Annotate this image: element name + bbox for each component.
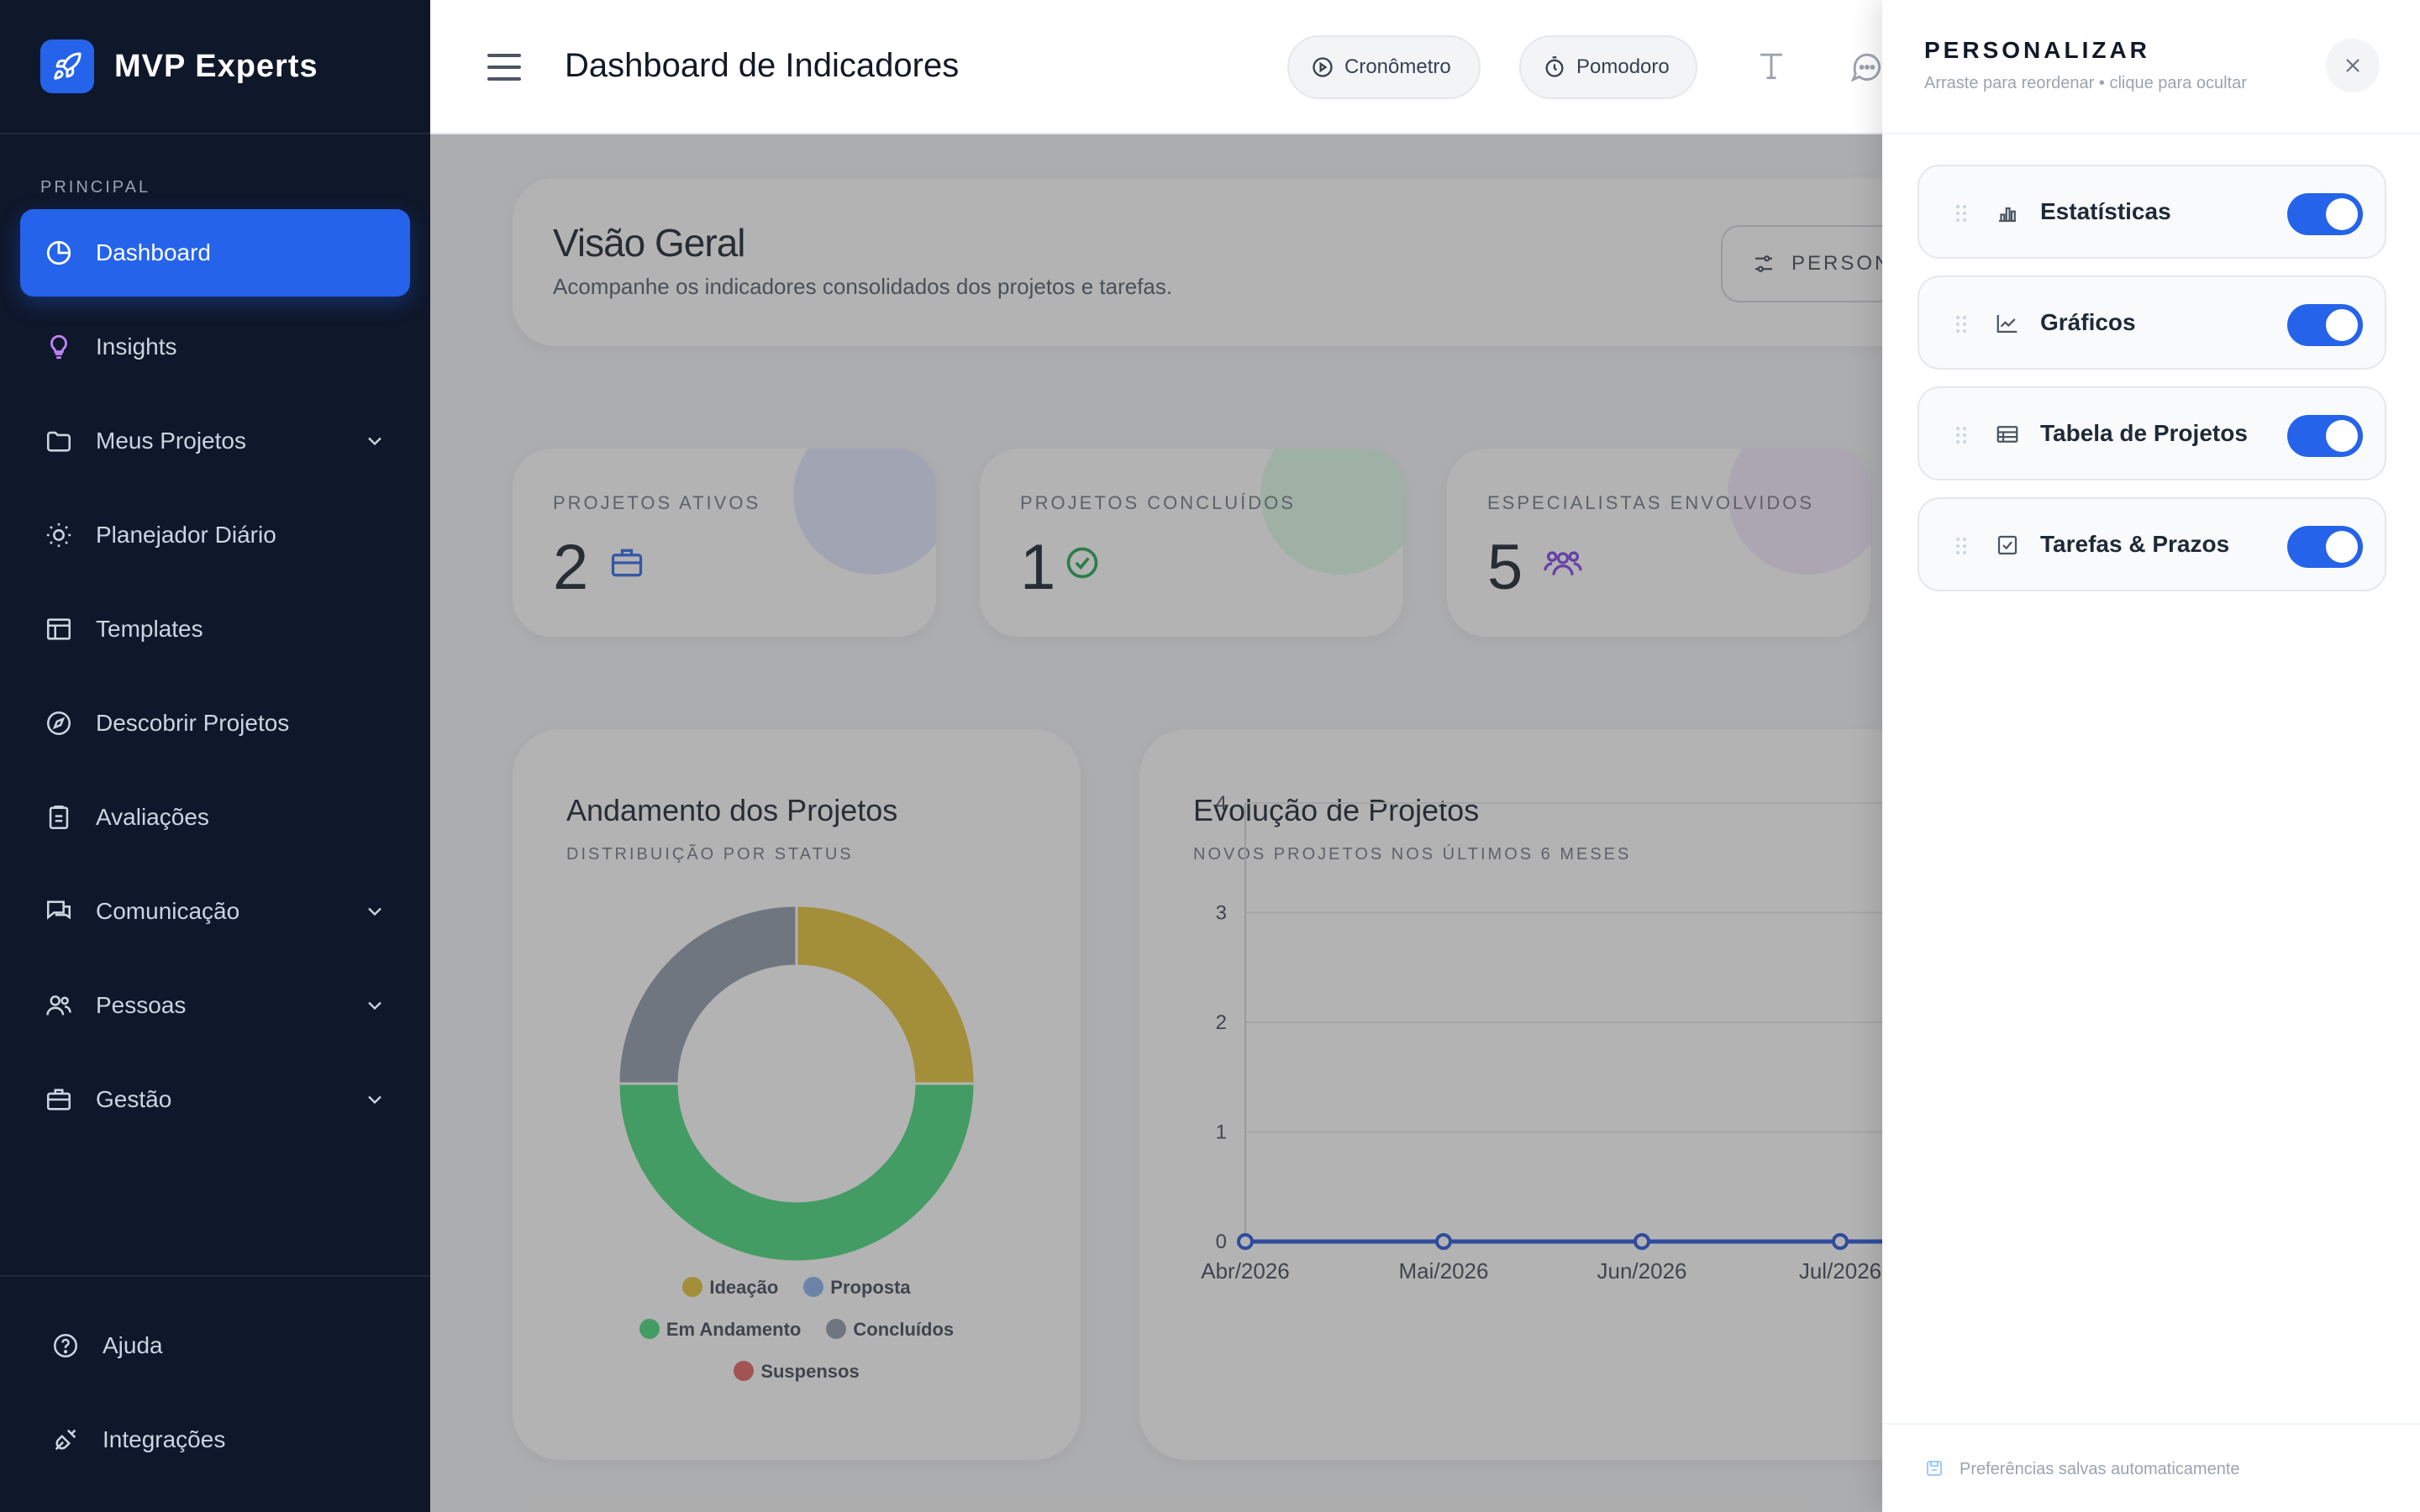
sidebar-item-comunicacao[interactable]: Comunicação (20, 868, 410, 955)
sidebar: MVP Experts PRINCIPAL Dashboard Insights… (0, 0, 430, 1512)
section-label: PRINCIPAL (40, 178, 151, 197)
sidebar-nav: Dashboard Insights Meus Projetos Planeja… (0, 209, 430, 1143)
sidebar-item-avaliacoes[interactable]: Avaliações (20, 774, 410, 861)
pie-chart-icon (42, 236, 76, 270)
chat-icon[interactable] (1849, 47, 1886, 87)
folder-icon (42, 424, 76, 458)
timer-icon (1545, 56, 1564, 77)
panel-item-tabela-projetos[interactable]: Tabela de Projetos (1918, 386, 2386, 480)
save-icon (1927, 1461, 1942, 1476)
sidebar-item-label: Templates (96, 616, 203, 642)
divider (1882, 133, 2420, 134)
chevron-down-icon (368, 437, 381, 446)
checkbox-icon (1997, 535, 2018, 555)
cronometro-label: Cronômetro (1344, 55, 1451, 78)
plug-icon (49, 1423, 82, 1457)
clipboard-icon (42, 801, 76, 834)
drag-handle-icon[interactable] (1954, 536, 1968, 556)
panel-item-label: Estatísticas (2040, 198, 2171, 224)
toggle-knob (2326, 198, 2358, 230)
sun-icon (42, 518, 76, 552)
panel-item-estatisticas[interactable]: Estatísticas (1918, 165, 2386, 259)
sidebar-item-meus-projetos[interactable]: Meus Projetos (20, 397, 410, 485)
panel-item-tarefas-prazos[interactable]: Tarefas & Prazos (1918, 497, 2386, 591)
page-title: Dashboard de Indicadores (565, 47, 960, 84)
sidebar-item-label: Meus Projetos (96, 428, 246, 454)
toggle-switch[interactable] (2287, 193, 2363, 235)
close-icon (2346, 59, 2360, 72)
sidebar-item-label: Gestão (96, 1086, 172, 1112)
menu-icon[interactable] (486, 50, 523, 84)
sidebar-item-label: Dashboard (96, 239, 211, 265)
text-size-icon[interactable] (1753, 47, 1790, 84)
chevron-down-icon (368, 1095, 381, 1105)
rocket-icon (40, 39, 94, 93)
panel-title: PERSONALIZAR (1924, 37, 2150, 63)
briefcase-icon (42, 1083, 76, 1116)
sidebar-item-label: Comunicação (96, 898, 240, 924)
sidebar-footer: Ajuda Integrações (0, 1275, 430, 1512)
table-icon (1996, 426, 2018, 443)
sidebar-item-templates[interactable]: Templates (20, 585, 410, 673)
toggle-knob (2326, 309, 2358, 341)
brand-name: MVP Experts (114, 48, 318, 84)
sidebar-item-ajuda[interactable]: Ajuda (27, 1302, 410, 1389)
brand[interactable]: MVP Experts (0, 0, 430, 134)
panel-item-label: Gráficos (2040, 309, 2136, 335)
bar-chart-icon (1999, 207, 2016, 223)
cronometro-button[interactable]: Cronômetro (1287, 35, 1481, 99)
sidebar-item-dashboard[interactable]: Dashboard (20, 209, 410, 297)
drag-handle-icon[interactable] (1954, 203, 1968, 223)
close-button[interactable] (2326, 39, 2380, 92)
compass-icon (42, 706, 76, 740)
sidebar-item-label: Planejador Diário (96, 522, 276, 548)
sidebar-item-planejador[interactable]: Planejador Diário (20, 491, 410, 579)
sidebar-item-label: Avaliações (96, 804, 209, 830)
pomodoro-button[interactable]: Pomodoro (1519, 35, 1697, 99)
play-circle-icon (1313, 57, 1333, 77)
toggle-knob (2326, 531, 2358, 563)
line-chart-icon (1996, 315, 2018, 333)
sidebar-item-label: Ajuda (103, 1332, 163, 1358)
panel-item-label: Tabela de Projetos (2040, 420, 2248, 446)
pomodoro-label: Pomodoro (1576, 55, 1670, 78)
chat-icon (42, 895, 76, 928)
footer-text: Preferências salvas automaticamente (1960, 1460, 2240, 1478)
drag-handle-icon[interactable] (1954, 314, 1968, 334)
sidebar-item-insights[interactable]: Insights (20, 303, 410, 391)
sidebar-item-label: Pessoas (96, 992, 187, 1018)
layout-icon (42, 612, 76, 646)
panel-item-label: Tarefas & Prazos (2040, 531, 2230, 557)
chevron-down-icon (368, 1001, 381, 1011)
sidebar-item-pessoas[interactable]: Pessoas (20, 962, 410, 1049)
toggle-knob (2326, 420, 2358, 452)
drag-handle-icon[interactable] (1954, 425, 1968, 445)
panel-subtitle: Arraste para reordenar • clique para ocu… (1924, 74, 2247, 92)
users-icon (42, 989, 76, 1022)
sidebar-item-descobrir[interactable]: Descobrir Projetos (20, 680, 410, 767)
lightbulb-icon (42, 330, 76, 364)
sidebar-item-gestao[interactable]: Gestão (20, 1056, 410, 1143)
personalizar-panel: PERSONALIZAR Arraste para reordenar • cl… (1882, 0, 2420, 1512)
sidebar-item-label: Integrações (103, 1426, 226, 1452)
chevron-down-icon (368, 907, 381, 916)
toggle-switch[interactable] (2287, 304, 2363, 346)
toggle-switch[interactable] (2287, 526, 2363, 568)
sidebar-item-label: Insights (96, 333, 177, 360)
help-icon (49, 1329, 82, 1362)
toggle-switch[interactable] (2287, 415, 2363, 457)
sidebar-item-label: Descobrir Projetos (96, 710, 290, 736)
panel-footer: Preferências salvas automaticamente (1882, 1423, 2420, 1512)
panel-item-graficos[interactable]: Gráficos (1918, 276, 2386, 370)
sidebar-item-integracoes[interactable]: Integrações (27, 1396, 410, 1483)
